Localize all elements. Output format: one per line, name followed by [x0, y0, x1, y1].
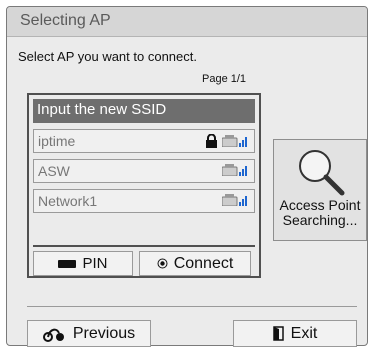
page-indicator: Page 1/1: [202, 73, 247, 85]
input-new-ssid-item[interactable]: Input the new SSID: [33, 99, 255, 123]
ap-item-iptime[interactable]: iptime: [33, 129, 255, 153]
connect-button[interactable]: Connect: [139, 251, 251, 276]
search-button-label: Access Point Searching...: [274, 198, 366, 228]
wifi-signal-icon: [222, 194, 247, 206]
previous-button[interactable]: Previous: [27, 320, 151, 347]
back-arrow-icon: [42, 328, 64, 342]
ap-name: ASW: [38, 163, 70, 179]
ok-button-icon: [157, 258, 168, 269]
previous-button-label: Previous: [72, 324, 136, 342]
ap-item-asw[interactable]: ASW: [33, 159, 255, 183]
selecting-ap-dialog: Selecting AP Select AP you want to conne…: [6, 6, 368, 347]
footer-divider: [27, 306, 357, 307]
access-point-search-button[interactable]: Access Point Searching...: [273, 139, 367, 241]
ap-item-network1[interactable]: Network1: [33, 189, 255, 213]
exit-button-label: Exit: [290, 324, 318, 342]
search-label-line2: Searching...: [282, 212, 358, 228]
panel-divider: [33, 245, 255, 247]
lock-icon: [206, 134, 217, 148]
wifi-signal-icon: [222, 164, 247, 176]
ap-list-panel: Input the new SSID iptime ASW Network1 P…: [27, 93, 261, 278]
ap-name: Network1: [38, 193, 98, 209]
pin-button-label: PIN: [82, 255, 108, 272]
dialog-title: Selecting AP: [20, 12, 111, 29]
magnifier-icon: [299, 150, 345, 196]
wifi-signal-icon: [222, 135, 247, 147]
dialog-titlebar: Selecting AP: [7, 7, 367, 37]
connect-button-label: Connect: [173, 254, 234, 272]
pin-button[interactable]: PIN: [33, 251, 133, 276]
remote-button-icon: [58, 259, 77, 268]
search-label-line1: Access Point: [279, 197, 361, 213]
instruction-text: Select AP you want to connect.: [18, 49, 197, 64]
exit-door-icon: [272, 326, 284, 341]
ap-name: iptime: [38, 133, 76, 149]
exit-button[interactable]: Exit: [233, 320, 357, 347]
